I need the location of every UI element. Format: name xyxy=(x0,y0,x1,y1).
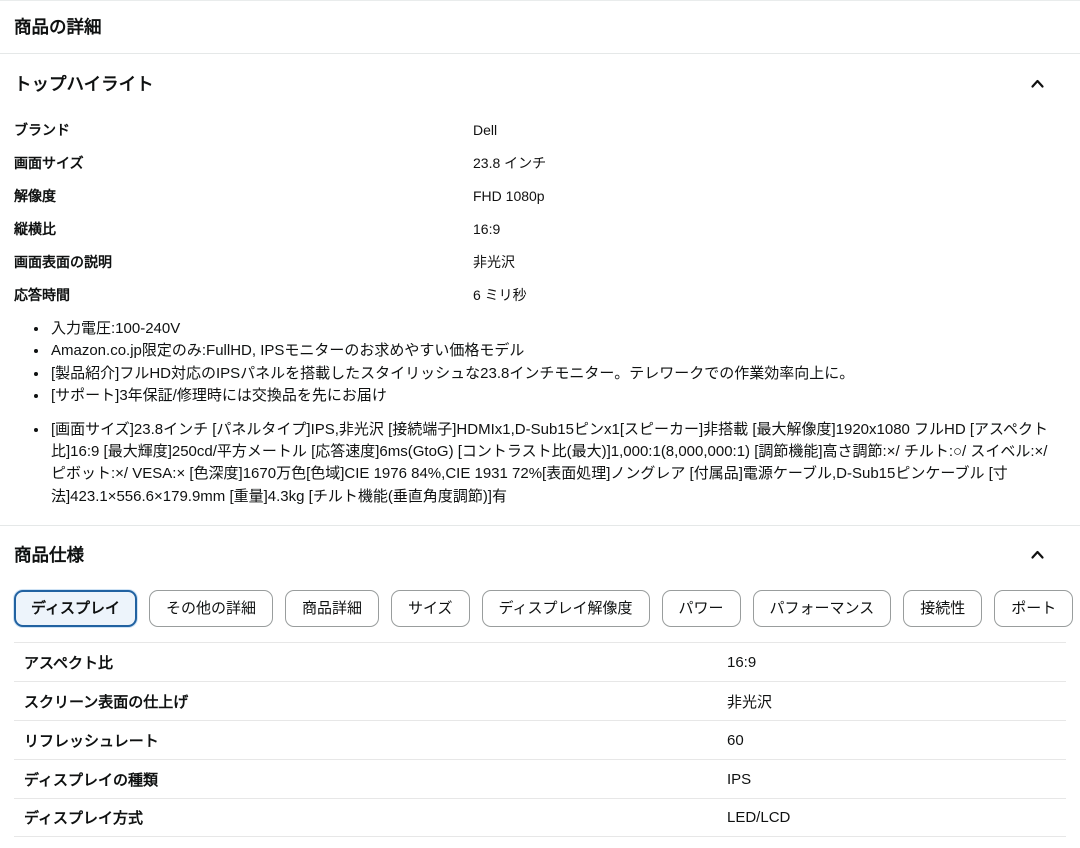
highlight-row: 解像度 FHD 1080p xyxy=(14,186,1066,206)
spec-label: ディスプレイ方式 xyxy=(24,807,727,828)
tab-product-details[interactable]: 商品詳細 xyxy=(285,590,379,627)
spec-label: ディスプレイの種類 xyxy=(24,769,727,790)
feature-bullet: Amazon.co.jp限定のみ:FullHD, IPSモニターのお求めやすい価… xyxy=(49,340,1066,362)
top-highlights-header: トップハイライト xyxy=(14,74,1066,94)
highlight-value: 23.8 インチ xyxy=(473,153,1066,173)
feature-bullet: [製品紹介]フルHD対応のIPSパネルを搭載したスタイリッシュな23.8インチモ… xyxy=(49,363,1066,385)
spec-value: 60 xyxy=(727,732,1066,749)
spec-value: IPS xyxy=(727,771,1066,788)
highlight-value: Dell xyxy=(473,120,1066,140)
highlight-value: 6 ミリ秒 xyxy=(473,285,1066,305)
top-highlights-title: トップハイライト xyxy=(14,74,154,94)
spec-table: アスペクト比 16:9 スクリーン表面の仕上げ 非光沢 リフレッシュレート 60… xyxy=(14,642,1066,837)
highlight-label: ブランド xyxy=(14,120,473,140)
tab-other-details[interactable]: その他の詳細 xyxy=(149,590,273,627)
top-highlights-collapse-button[interactable] xyxy=(1027,74,1048,94)
table-row: アスペクト比 16:9 xyxy=(14,642,1066,681)
table-row: ディスプレイ方式 LED/LCD xyxy=(14,798,1066,837)
feature-bullet: [サポート]3年保証/修理時には交換品を先にお届け xyxy=(49,385,1066,407)
highlight-row: 縦横比 16:9 xyxy=(14,219,1066,239)
tab-display[interactable]: ディスプレイ xyxy=(14,590,137,627)
highlights-list: ブランド Dell 画面サイズ 23.8 インチ 解像度 FHD 1080p 縦… xyxy=(14,120,1066,305)
divider xyxy=(0,53,1080,54)
tab-port[interactable]: ポート xyxy=(994,590,1073,627)
spec-value: 16:9 xyxy=(727,654,1066,671)
feature-bullet: [画面サイズ]23.8インチ [パネルタイプ]IPS,非光沢 [接続端子]HDM… xyxy=(49,419,1066,509)
product-specs-title: 商品仕様 xyxy=(14,545,84,565)
tab-connectivity[interactable]: 接続性 xyxy=(903,590,982,627)
highlight-row: ブランド Dell xyxy=(14,120,1066,140)
spec-value: 非光沢 xyxy=(727,691,1066,712)
spec-label: スクリーン表面の仕上げ xyxy=(24,691,727,712)
chevron-up-icon xyxy=(1029,80,1046,95)
highlight-row: 画面サイズ 23.8 インチ xyxy=(14,153,1066,173)
spec-value: LED/LCD xyxy=(727,809,1066,826)
feature-bullet-list: 入力電圧:100-240V Amazon.co.jp限定のみ:FullHD, I… xyxy=(14,318,1066,508)
spec-label: アスペクト比 xyxy=(24,652,727,673)
highlight-label: 縦横比 xyxy=(14,219,473,239)
highlight-label: 解像度 xyxy=(14,186,473,206)
table-row: ディスプレイの種類 IPS xyxy=(14,759,1066,798)
highlight-value: 非光沢 xyxy=(473,252,1066,272)
divider xyxy=(0,525,1080,526)
tab-performance[interactable]: パフォーマンス xyxy=(753,590,892,627)
feature-bullet: 入力電圧:100-240V xyxy=(49,318,1066,340)
highlight-row: 応答時間 6 ミリ秒 xyxy=(14,285,1066,305)
spec-label: リフレッシュレート xyxy=(24,730,727,751)
table-row: リフレッシュレート 60 xyxy=(14,720,1066,759)
product-details-section: 商品の詳細 トップハイライト ブランド Dell 画面サイズ 23.8 インチ … xyxy=(0,0,1080,837)
highlight-row: 画面表面の説明 非光沢 xyxy=(14,252,1066,272)
highlight-label: 画面サイズ xyxy=(14,153,473,173)
highlight-value: FHD 1080p xyxy=(473,186,1066,206)
page-title: 商品の詳細 xyxy=(14,17,1066,38)
table-row: スクリーン表面の仕上げ 非光沢 xyxy=(14,681,1066,720)
highlight-label: 応答時間 xyxy=(14,285,473,305)
tab-size[interactable]: サイズ xyxy=(391,590,470,627)
tab-display-resolution[interactable]: ディスプレイ解像度 xyxy=(482,590,650,627)
chevron-up-icon xyxy=(1029,551,1046,566)
spec-category-tabs: ディスプレイ その他の詳細 商品詳細 サイズ ディスプレイ解像度 パワー パフォ… xyxy=(14,590,1066,627)
highlight-label: 画面表面の説明 xyxy=(14,252,473,272)
highlight-value: 16:9 xyxy=(473,219,1066,239)
product-specs-collapse-button[interactable] xyxy=(1027,545,1048,565)
product-specs-header: 商品仕様 xyxy=(14,545,1066,565)
tab-power[interactable]: パワー xyxy=(662,590,741,627)
